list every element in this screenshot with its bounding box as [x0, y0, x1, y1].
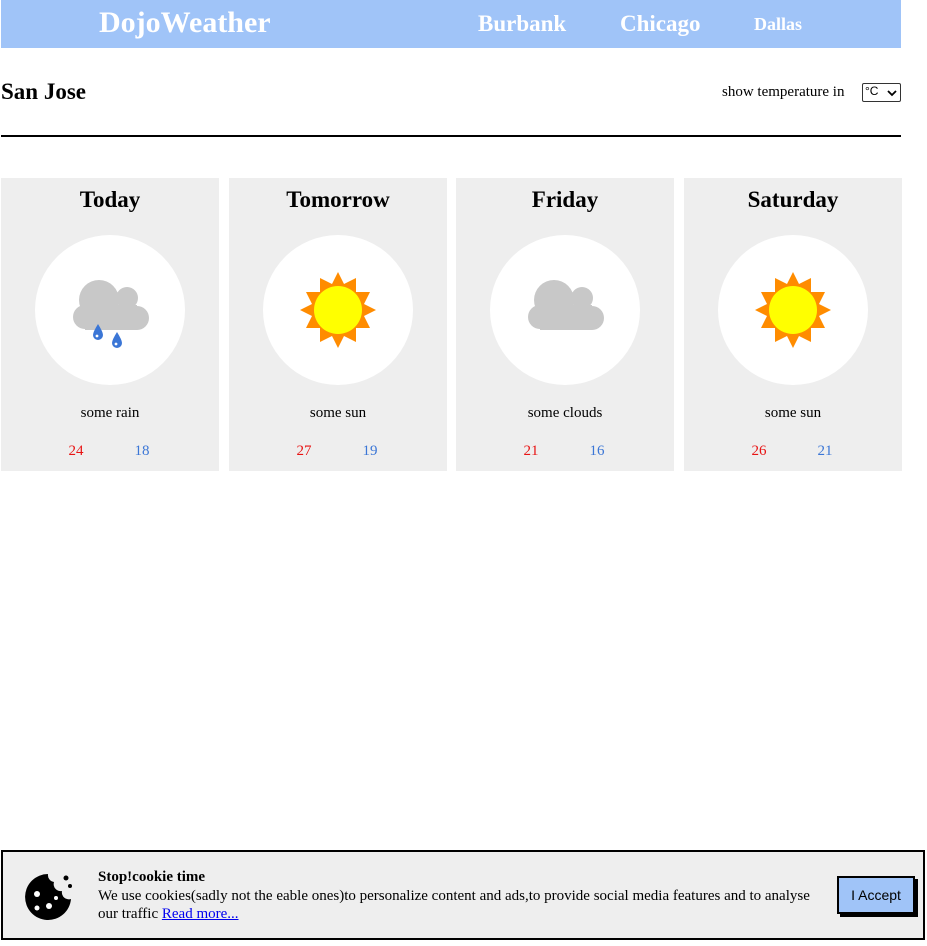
- city-title: San Jose: [1, 79, 86, 104]
- weather-icon-circle: [718, 235, 868, 385]
- weather-description: some rain: [80, 405, 140, 421]
- site-logo[interactable]: DojoWeather: [99, 6, 271, 40]
- forecast-card-friday: Friday some clouds 21 16: [456, 178, 674, 471]
- weather-icon-circle: [35, 235, 185, 385]
- cookie-icon: [25, 874, 72, 920]
- sun-icon: [755, 272, 831, 348]
- weather-description: some clouds: [527, 405, 603, 421]
- nav-link-burbank[interactable]: Burbank: [478, 11, 566, 37]
- day-label: Friday: [531, 187, 599, 212]
- chevron-down-icon: [887, 90, 897, 97]
- high-temp: 24: [68, 443, 84, 459]
- weather-description: some sun: [309, 405, 367, 421]
- cookie-message: We use cookies(sadly not the eable ones)…: [98, 887, 818, 923]
- forecast-card-saturday: Saturday some sun 26 21: [684, 178, 902, 471]
- header-bar: DojoWeather Burbank Chicago Dallas: [1, 0, 901, 48]
- high-temp: 21: [523, 443, 539, 459]
- high-temp: 26: [751, 443, 767, 459]
- day-label: Saturday: [747, 187, 839, 212]
- divider: [1, 135, 901, 137]
- high-temp: 27: [296, 443, 312, 459]
- forecast-card-tomorrow: Tomorrow some sun 27 19: [229, 178, 447, 471]
- unit-select[interactable]: °C: [862, 83, 901, 102]
- day-label: Today: [79, 187, 141, 212]
- unit-selected-value: °C: [865, 84, 879, 98]
- read-more-link[interactable]: Read more...: [162, 906, 239, 922]
- nav-link-chicago[interactable]: Chicago: [620, 11, 701, 37]
- cloud-icon: [528, 280, 604, 330]
- accept-cookies-button[interactable]: I Accept: [837, 876, 915, 914]
- weather-icon-circle: [490, 235, 640, 385]
- low-temp: 16: [589, 443, 605, 459]
- cookie-title: Stop!cookie time: [98, 869, 206, 885]
- forecast-card-today: Today some rain 24 18: [1, 178, 219, 471]
- unit-label: show temperature in: [722, 84, 845, 100]
- low-temp: 18: [134, 443, 150, 459]
- low-temp: 19: [362, 443, 378, 459]
- weather-description: some sun: [764, 405, 822, 421]
- low-temp: 21: [817, 443, 833, 459]
- cookie-banner: Stop!cookie time We use cookies(sadly no…: [1, 850, 925, 940]
- rain-cloud-icon: [73, 280, 149, 348]
- day-label: Tomorrow: [286, 187, 390, 212]
- sun-icon: [300, 272, 376, 348]
- nav-link-dallas[interactable]: Dallas: [754, 14, 802, 35]
- weather-icon-circle: [263, 235, 413, 385]
